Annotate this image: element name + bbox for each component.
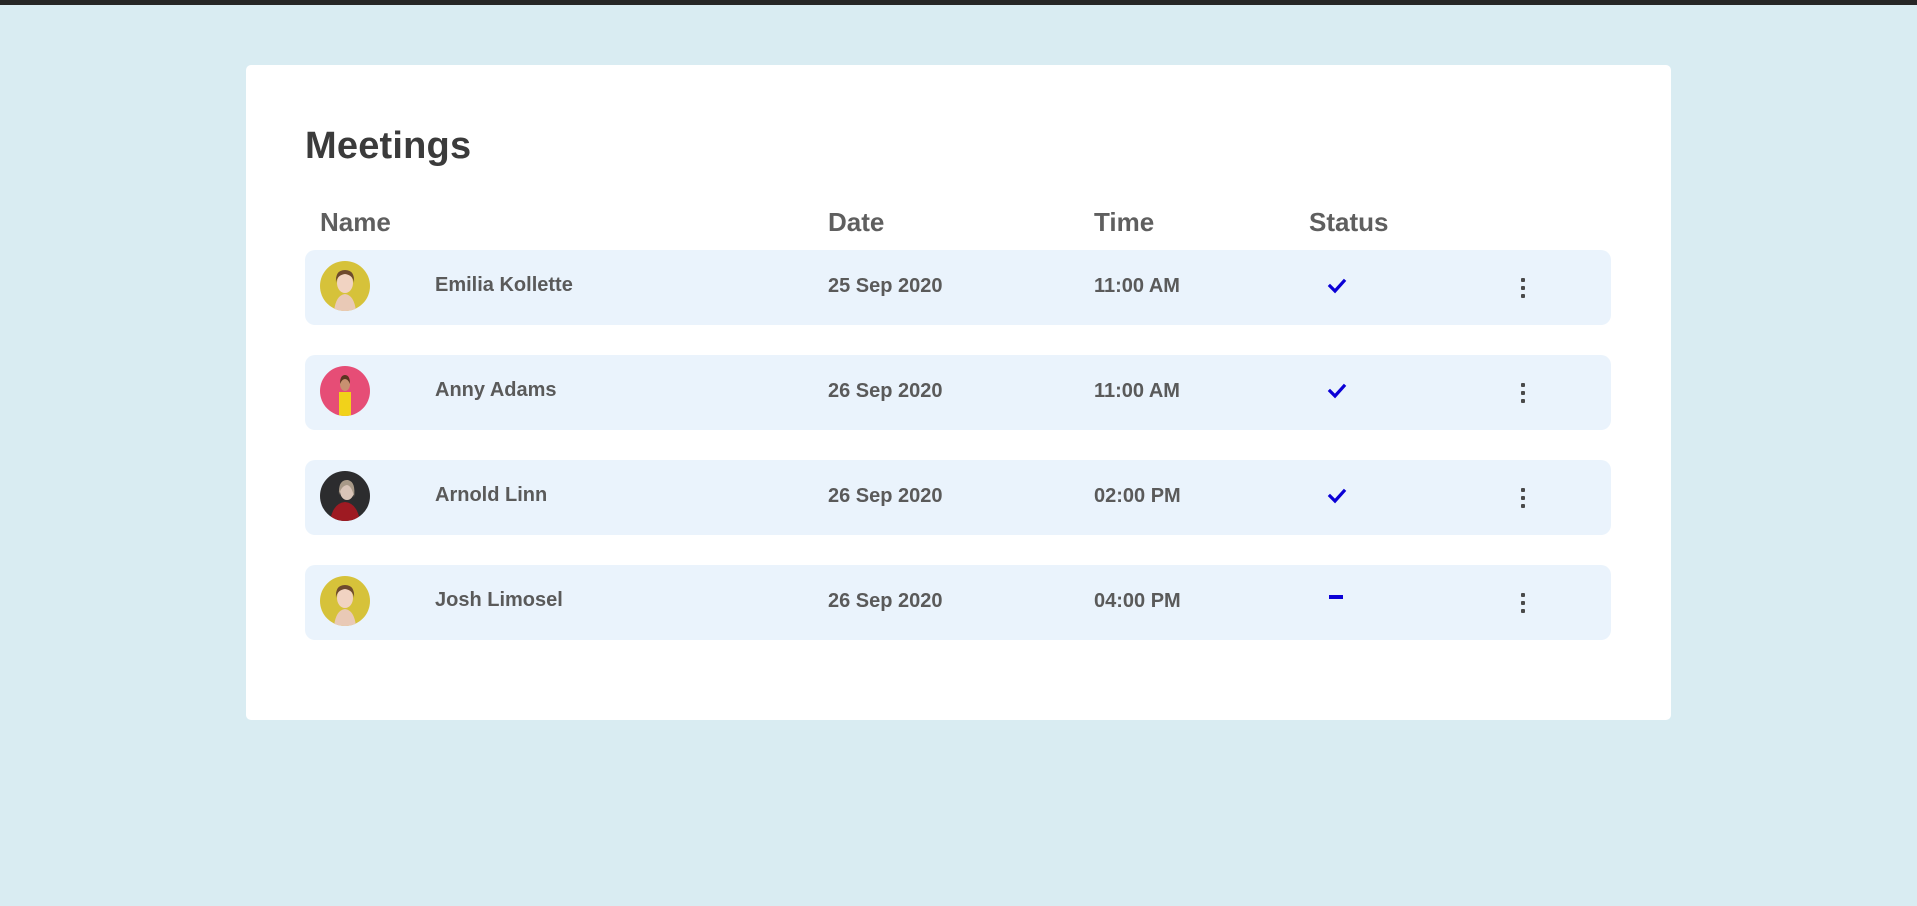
row-time: 02:00 PM — [1094, 485, 1181, 507]
row-date: 26 Sep 2020 — [828, 485, 943, 507]
table-header: Name Date Time Status — [305, 202, 1611, 242]
row-date: 26 Sep 2020 — [828, 590, 943, 612]
avatar — [320, 471, 370, 521]
row-date: 26 Sep 2020 — [828, 380, 943, 402]
browser-top-bar — [0, 0, 1917, 5]
meetings-list: Emilia Kollette 25 Sep 2020 11:00 AM Ann… — [305, 250, 1611, 670]
row-time: 11:00 AM — [1094, 275, 1180, 297]
more-options-icon[interactable] — [1513, 486, 1533, 510]
header-time: Time — [1094, 207, 1155, 237]
meetings-card: Meetings Name Date Time Status Emilia Ko… — [246, 65, 1671, 720]
avatar — [320, 576, 370, 626]
row-date: 25 Sep 2020 — [828, 275, 943, 297]
header-name: Name — [320, 207, 391, 237]
more-options-icon[interactable] — [1513, 276, 1533, 300]
avatar — [320, 366, 370, 416]
table-row: Arnold Linn 26 Sep 2020 02:00 PM — [305, 460, 1611, 535]
check-icon — [1327, 381, 1347, 401]
row-time: 11:00 AM — [1094, 380, 1180, 402]
row-name: Josh Limosel — [435, 589, 563, 611]
row-name: Arnold Linn — [435, 484, 548, 506]
more-options-icon[interactable] — [1513, 591, 1533, 615]
check-icon — [1327, 486, 1347, 506]
page-title: Meetings — [305, 125, 472, 167]
minus-icon — [1327, 591, 1347, 611]
header-date: Date — [828, 207, 885, 237]
more-options-icon[interactable] — [1513, 381, 1533, 405]
avatar — [320, 261, 370, 311]
table-row: Emilia Kollette 25 Sep 2020 11:00 AM — [305, 250, 1611, 325]
check-icon — [1327, 276, 1347, 296]
table-row: Anny Adams 26 Sep 2020 11:00 AM — [305, 355, 1611, 430]
row-name: Emilia Kollette — [435, 274, 573, 296]
header-status: Status — [1309, 207, 1389, 237]
table-row: Josh Limosel 26 Sep 2020 04:00 PM — [305, 565, 1611, 640]
row-name: Anny Adams — [435, 379, 557, 401]
row-time: 04:00 PM — [1094, 590, 1181, 612]
